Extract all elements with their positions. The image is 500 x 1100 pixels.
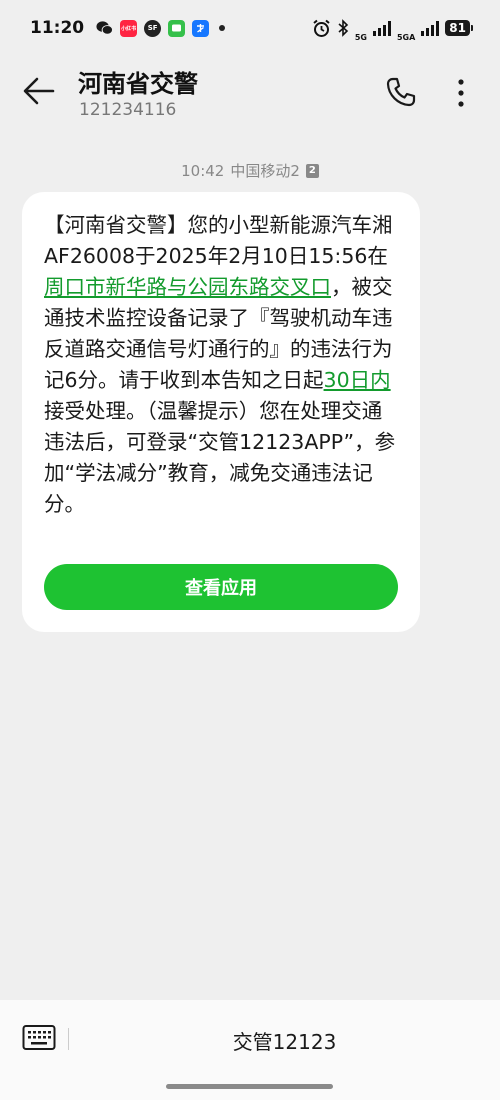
status-bar: 11:20 小红书 SF 5G 5GA 81 <box>0 0 500 56</box>
sim-badge: 2 <box>305 163 319 178</box>
phone-icon <box>386 77 416 107</box>
network-type-label: 5G <box>354 33 367 42</box>
battery-level: 81 <box>445 20 473 36</box>
service-menu-button[interactable]: 交管12123 <box>69 1026 500 1055</box>
network-type-label-2: 5GA <box>396 33 416 42</box>
wechat-icon <box>96 20 114 37</box>
message-timestamp: 10:42 中国移动2 2 <box>0 160 500 181</box>
home-indicator[interactable] <box>166 1084 333 1089</box>
deadline-link[interactable]: 30日内 <box>324 368 391 392</box>
message-text: 【河南省交警】您的小型新能源汽车湘AF26008于2025年2月10日15:56… <box>44 210 398 520</box>
more-notifications-dot <box>219 25 226 31</box>
messages-icon <box>168 19 186 37</box>
back-button[interactable] <box>22 74 56 108</box>
keyboard-toggle-button[interactable] <box>22 1024 56 1052</box>
alipay-icon <box>192 19 210 37</box>
carrier-label: 中国移动2 <box>230 162 300 180</box>
more-options-button[interactable] <box>448 76 474 110</box>
bottom-menu-bar: 交管12123 <box>0 1000 500 1100</box>
sf-express-icon: SF <box>144 19 162 37</box>
bluetooth-icon <box>338 19 348 37</box>
conversation-header: 河南省交警 121234116 <box>0 56 500 136</box>
signal-bars-2-icon <box>421 20 440 36</box>
more-vertical-icon <box>458 79 464 107</box>
message-bubble[interactable]: 【河南省交警】您的小型新能源汽车湘AF26008于2025年2月10日15:56… <box>22 192 420 632</box>
message-segment-3: 接受处理。（温馨提示）您在处理交通违法后，可登录“交管12123APP”，参加“… <box>44 399 396 516</box>
arrow-left-icon <box>23 77 55 105</box>
signal-bars-icon <box>372 20 391 36</box>
keyboard-icon <box>22 1025 56 1050</box>
alarm-icon <box>313 19 330 37</box>
status-indicators: 5G 5GA 81 <box>312 14 473 42</box>
message-segment-1: 【河南省交警】您的小型新能源汽车湘AF26008于2025年2月10日15:56… <box>44 213 393 268</box>
xiaohongshu-icon: 小红书 <box>120 19 138 37</box>
view-app-button[interactable]: 查看应用 <box>44 564 398 610</box>
location-link[interactable]: 周口市新华路与公园东路交叉口 <box>44 275 331 299</box>
notification-icons: 小红书 SF <box>96 19 226 37</box>
contact-number: 121234116 <box>79 100 177 120</box>
message-time: 10:42 <box>181 161 225 180</box>
call-button[interactable] <box>385 76 417 108</box>
status-time: 11:20 <box>30 18 85 38</box>
contact-name: 河南省交警 <box>78 70 198 98</box>
